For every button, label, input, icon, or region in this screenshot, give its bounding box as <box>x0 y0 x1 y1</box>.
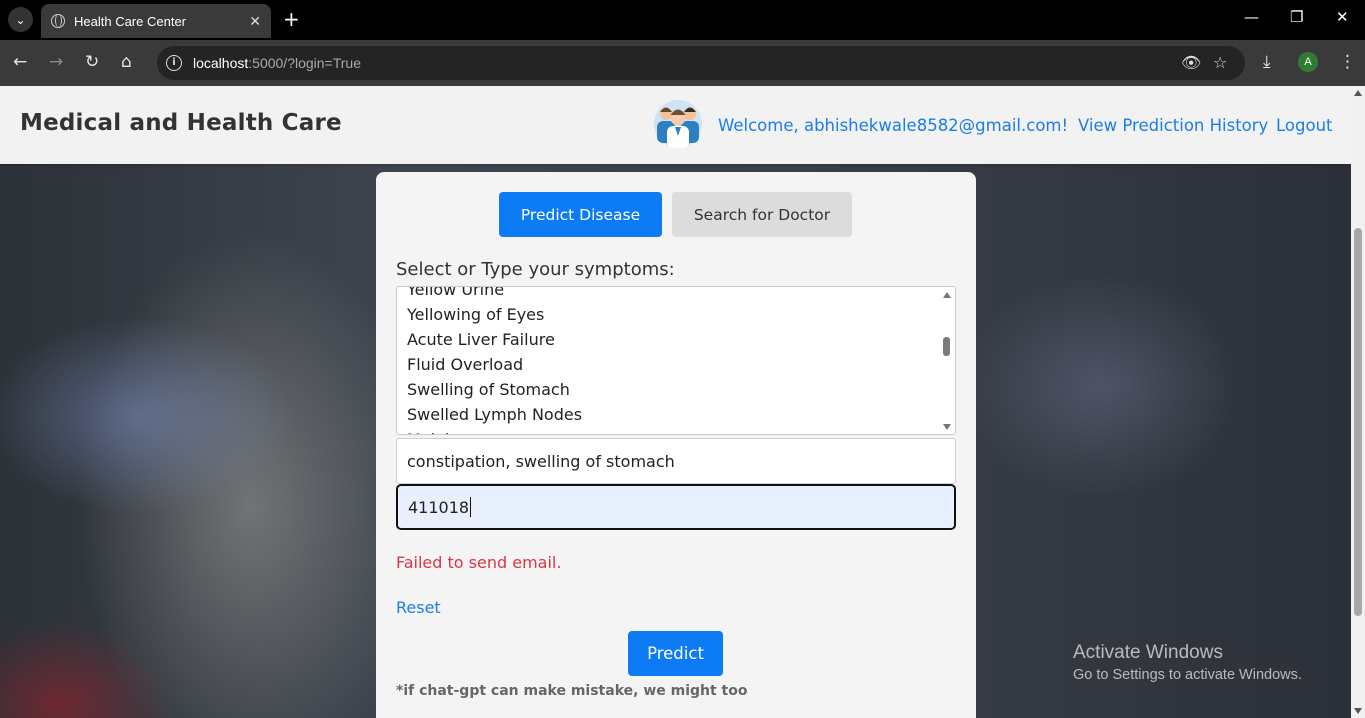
eye-off-icon[interactable]: 👁 <box>1181 53 1201 72</box>
browser-toolbar: ← → ↻ ⌂ i localhost:5000/?login=True 👁 ☆… <box>0 40 1365 86</box>
profile-avatar[interactable]: A <box>1298 52 1318 72</box>
list-item[interactable]: Yellowing of Eyes <box>407 302 582 327</box>
page-viewport: Medical and Health Care Welcome, abhishe… <box>0 86 1351 718</box>
site-header: Medical and Health Care Welcome, abhishe… <box>0 86 1351 164</box>
watermark-title: Activate Windows <box>1073 642 1223 663</box>
scroll-up-icon[interactable] <box>943 292 951 298</box>
pincode-value: 411018 <box>408 497 470 517</box>
doctors-logo-icon <box>654 100 702 148</box>
list-item[interactable]: Swelled Lymph Nodes <box>407 402 582 427</box>
home-icon[interactable]: ⌂ <box>121 52 132 72</box>
tab-close-icon[interactable]: ✕ <box>249 13 261 30</box>
error-message: Failed to send email. <box>396 553 562 572</box>
browser-tab[interactable]: Health Care Center ✕ <box>41 4 271 38</box>
watermark-subtitle: Go to Settings to activate Windows. <box>1073 667 1302 683</box>
list-item[interactable]: Fluid Overload <box>407 352 582 377</box>
symptoms-label: Select or Type your symptoms: <box>396 259 675 280</box>
reload-icon[interactable]: ↻ <box>85 52 99 72</box>
star-icon[interactable]: ☆ <box>1213 53 1227 72</box>
globe-icon <box>51 14 65 28</box>
site-info-icon[interactable]: i <box>166 55 182 71</box>
page-scrollbar[interactable] <box>1351 86 1365 718</box>
text-caret <box>470 497 472 517</box>
list-item[interactable]: Yellow Urine <box>407 287 582 302</box>
list-scrollbar[interactable] <box>940 287 955 434</box>
list-item[interactable]: Acute Liver Failure <box>407 327 582 352</box>
view-history-link[interactable]: View Prediction History <box>1078 116 1268 135</box>
new-tab-button[interactable]: + <box>283 8 300 30</box>
restore-icon[interactable]: ❐ <box>1290 8 1303 26</box>
back-icon[interactable]: ← <box>13 52 27 72</box>
tab-list-button[interactable]: ⌄ <box>8 7 33 32</box>
scroll-down-icon[interactable] <box>943 424 951 430</box>
scroll-down-icon[interactable] <box>1354 708 1362 714</box>
browser-tabstrip: ⌄ Health Care Center ✕ + — ❐ ✕ <box>0 0 1365 40</box>
list-item[interactable]: Swelling of Stomach <box>407 377 582 402</box>
symptom-options: Yellow Urine Yellowing of Eyes Acute Liv… <box>407 287 582 434</box>
window-close-icon[interactable]: ✕ <box>1336 8 1349 26</box>
scroll-thumb[interactable] <box>1354 228 1362 616</box>
more-menu-icon[interactable]: ⋮ <box>1339 52 1356 72</box>
tab-title: Health Care Center <box>74 13 186 29</box>
symptoms-input[interactable]: constipation, swelling of stomach <box>396 438 956 484</box>
address-bar[interactable]: i localhost:5000/?login=True 👁 ☆ <box>157 46 1245 80</box>
pincode-input[interactable]: 411018 <box>396 484 956 530</box>
list-item[interactable]: Malaise <box>407 427 582 434</box>
minimize-icon[interactable]: — <box>1244 8 1259 26</box>
welcome-text: Welcome, abhishekwale8582@gmail.com! <box>718 116 1069 135</box>
tab-predict-disease[interactable]: Predict Disease <box>499 192 662 237</box>
chevron-down-icon: ⌄ <box>15 12 26 27</box>
tab-search-doctor[interactable]: Search for Doctor <box>672 192 852 237</box>
forward-icon[interactable]: → <box>49 52 63 72</box>
symptoms-select-list[interactable]: Yellow Urine Yellowing of Eyes Acute Liv… <box>396 286 956 435</box>
disclaimer-text: *if chat-gpt can make mistake, we might … <box>396 683 748 699</box>
prediction-card: Predict Disease Search for Doctor Select… <box>376 172 976 718</box>
brand-title: Medical and Health Care <box>20 110 342 136</box>
download-icon[interactable]: ⤓ <box>1263 52 1271 72</box>
logout-link[interactable]: Logout <box>1276 116 1333 135</box>
activate-windows-watermark: Activate Windows Go to Settings to activ… <box>1073 642 1302 683</box>
predict-button[interactable]: Predict <box>628 631 723 676</box>
url-text: localhost:5000/?login=True <box>193 55 361 71</box>
reset-link[interactable]: Reset <box>396 598 441 617</box>
scroll-up-icon[interactable] <box>1354 90 1362 96</box>
scroll-thumb[interactable] <box>943 337 950 356</box>
